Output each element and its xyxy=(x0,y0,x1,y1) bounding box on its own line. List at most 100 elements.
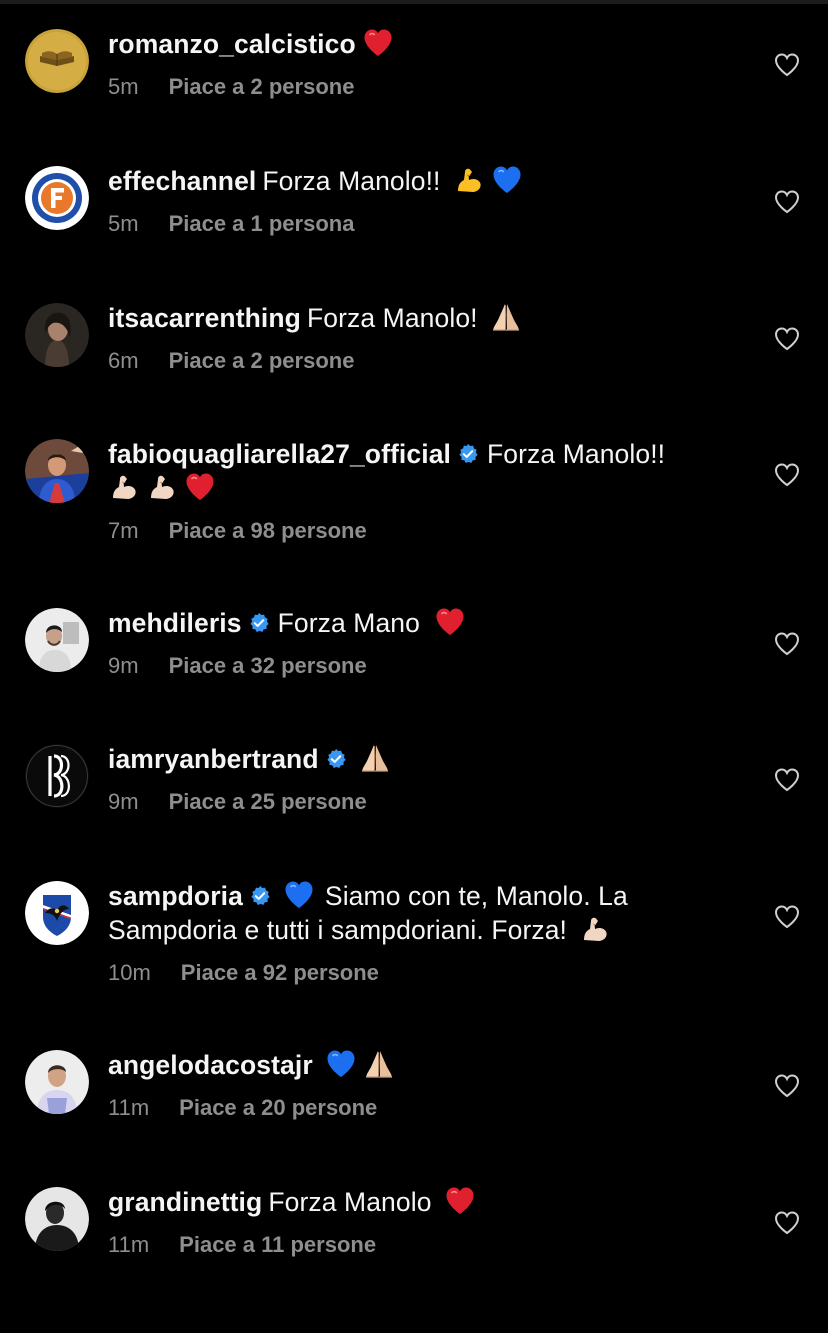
comment-time: 7m xyxy=(108,518,139,543)
like-button[interactable] xyxy=(773,1072,801,1100)
profile-photo-icon xyxy=(25,1187,89,1251)
comment-line: fabioquagliarella27_official Forza Manolo… xyxy=(108,437,738,471)
profile-photo-icon xyxy=(25,1050,89,1114)
heart-outline-icon xyxy=(773,1072,801,1100)
like-button[interactable] xyxy=(773,51,801,79)
folded-hands-emoji xyxy=(490,301,522,333)
comment-time: 5m xyxy=(108,74,139,99)
comment-text: Forza Mano xyxy=(277,608,420,638)
flexed-biceps-emoji xyxy=(108,471,140,503)
likes-count-link[interactable]: Piace a 11 persone xyxy=(179,1232,376,1257)
comment-line-2: Sampdoria e tutti i sampdoriani. Forza! xyxy=(108,913,738,947)
avatar[interactable] xyxy=(25,29,89,93)
username[interactable]: iamryanbertrand xyxy=(108,744,319,774)
comment-body: mehdileris Forza Mano 9m Piace a 32 person… xyxy=(108,606,738,680)
comment-body: effechannel Forza Manolo!! 5m Piace a 1 pe… xyxy=(108,164,738,238)
heart-outline-icon xyxy=(773,1209,801,1237)
avatar[interactable] xyxy=(25,608,89,672)
username[interactable]: grandinettig xyxy=(108,1187,262,1217)
avatar[interactable] xyxy=(25,881,89,945)
comment-body: romanzo_calcistico 5m Piace a 2 persone xyxy=(108,27,738,101)
likes-count-link[interactable]: Piace a 2 persone xyxy=(169,348,355,373)
username[interactable]: angelodacostajr xyxy=(108,1050,313,1080)
like-button[interactable] xyxy=(773,461,801,489)
heart-outline-icon xyxy=(773,325,801,353)
verified-badge-icon xyxy=(457,443,479,465)
comment-body: angelodacostajr 11m Piace a 20 persone xyxy=(108,1048,738,1122)
comment-text: Forza Manolo!! xyxy=(262,166,441,196)
verified-badge-icon xyxy=(249,885,271,907)
username[interactable]: effechannel xyxy=(108,166,256,196)
comment-time: 9m xyxy=(108,653,139,678)
comment-time: 10m xyxy=(108,960,151,985)
like-button[interactable] xyxy=(773,325,801,353)
avatar[interactable] xyxy=(25,744,89,808)
comment-body: iamryanbertrand 9m Piace a 25 persone xyxy=(108,742,738,816)
comment-meta: 6m Piace a 2 persone xyxy=(108,347,738,375)
comment-line-2 xyxy=(108,471,738,505)
avatar[interactable] xyxy=(25,166,89,230)
comment-meta: 10m Piace a 92 persone xyxy=(108,959,738,987)
comment-text-continued: Sampdoria e tutti i sampdoriani. Forza! xyxy=(108,915,568,945)
comment-line: grandinettig Forza Manolo xyxy=(108,1185,738,1219)
comment-line: sampdoria Siamo con te, Manolo. La xyxy=(108,879,738,913)
like-button[interactable] xyxy=(773,188,801,216)
comment-body: itsacarrenthing Forza Manolo! 6m Piace a 2… xyxy=(108,301,738,375)
red-heart-emoji xyxy=(434,606,466,638)
comment-time: 5m xyxy=(108,211,139,236)
likes-count-link[interactable]: Piace a 1 persona xyxy=(169,211,355,236)
comment-text: Forza Manolo!! xyxy=(487,439,666,469)
comment-line: angelodacostajr xyxy=(108,1048,738,1082)
avatar[interactable] xyxy=(25,1050,89,1114)
heart-outline-icon xyxy=(773,903,801,931)
comment-body: fabioquagliarella27_official Forza Manolo… xyxy=(108,437,738,545)
likes-count-link[interactable]: Piace a 32 persone xyxy=(169,653,367,678)
comment-meta: 11m Piace a 11 persone xyxy=(108,1231,738,1259)
like-button[interactable] xyxy=(773,1209,801,1237)
blue-heart-emoji xyxy=(491,164,523,196)
flexed-biceps-emoji xyxy=(146,471,178,503)
comment-line: mehdileris Forza Mano xyxy=(108,606,738,640)
like-button[interactable] xyxy=(773,766,801,794)
username[interactable]: sampdoria xyxy=(108,881,243,911)
comment-meta: 11m Piace a 20 persone xyxy=(108,1094,738,1122)
comment-line: iamryanbertrand xyxy=(108,742,738,776)
flexed-biceps-emoji xyxy=(453,164,485,196)
likes-count-link[interactable]: Piace a 2 persone xyxy=(169,74,355,99)
heart-outline-icon xyxy=(773,630,801,658)
comment-text: Siamo con te, Manolo. La xyxy=(324,881,628,911)
red-heart-emoji xyxy=(184,471,216,503)
comment-meta: 5m Piace a 2 persone xyxy=(108,73,738,101)
comment-meta: 5m Piace a 1 persona xyxy=(108,210,738,238)
comment-body: grandinettig Forza Manolo 11m Piace a 11 p… xyxy=(108,1185,738,1259)
blue-heart-emoji xyxy=(325,1048,357,1080)
likes-count-link[interactable]: Piace a 25 persone xyxy=(169,789,367,814)
username[interactable]: romanzo_calcistico xyxy=(108,29,356,59)
effe-channel-logo-icon xyxy=(25,166,89,230)
blue-heart-emoji xyxy=(283,879,315,911)
username[interactable]: fabioquagliarella27_official xyxy=(108,439,451,469)
profile-photo-icon xyxy=(25,608,89,672)
username[interactable]: itsacarrenthing xyxy=(108,303,301,333)
like-button[interactable] xyxy=(773,903,801,931)
comment-meta: 9m Piace a 25 persone xyxy=(108,788,738,816)
comment-time: 6m xyxy=(108,348,139,373)
comment-line: romanzo_calcistico xyxy=(108,27,738,61)
likes-count-link[interactable]: Piace a 92 persone xyxy=(181,960,379,985)
rb-monogram-logo-icon xyxy=(25,744,89,808)
profile-photo-icon xyxy=(25,439,89,503)
avatar[interactable] xyxy=(25,439,89,503)
verified-badge-icon xyxy=(325,748,347,770)
like-button[interactable] xyxy=(773,630,801,658)
username[interactable]: mehdileris xyxy=(108,608,242,638)
avatar[interactable] xyxy=(25,303,89,367)
likes-count-link[interactable]: Piace a 98 persone xyxy=(169,518,367,543)
sampdoria-crest-icon xyxy=(25,881,89,945)
red-heart-emoji xyxy=(444,1185,476,1217)
comments-list: romanzo_calcistico 5m Piace a 2 persone e… xyxy=(0,0,828,1333)
likes-count-link[interactable]: Piace a 20 persone xyxy=(179,1095,377,1120)
heart-outline-icon xyxy=(773,766,801,794)
folded-hands-emoji xyxy=(359,742,391,774)
comment-meta: 9m Piace a 32 persone xyxy=(108,652,738,680)
avatar[interactable] xyxy=(25,1187,89,1251)
